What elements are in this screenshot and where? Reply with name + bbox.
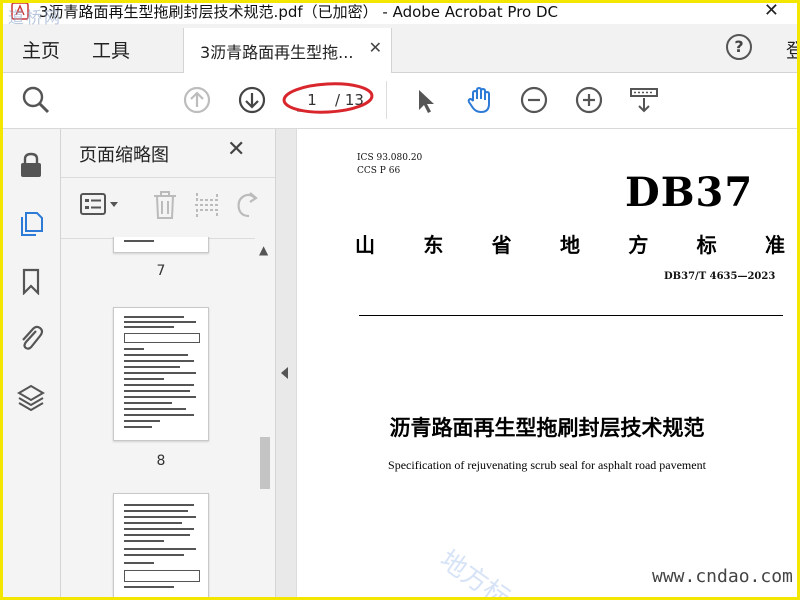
page-thumbnails-panel: 页面缩略图 ✕ 7 8 ▲: [61, 129, 276, 597]
panel-close-button[interactable]: ✕: [227, 137, 245, 162]
attachment-icon[interactable]: [17, 323, 45, 351]
panel-collapse-handle[interactable]: [276, 129, 296, 597]
bookmark-icon[interactable]: [17, 267, 45, 295]
page-number-field[interactable]: [297, 89, 327, 112]
page-number-input[interactable]: [297, 89, 327, 112]
heading-char: 省: [491, 233, 512, 257]
heading-char: 方: [628, 233, 649, 257]
thumbnail-options-icon[interactable]: [79, 190, 123, 220]
document-tab-label: 3沥青路面再生型拖...: [200, 43, 354, 62]
document-page: ICS 93.080.20 CCS P 66 DB37 山 东 省 地 方 标 …: [297, 129, 797, 597]
heading-char: 标: [696, 233, 717, 257]
thumbnail-scrollbar[interactable]: ▲: [255, 237, 275, 597]
thumbnail-page-number: 8: [156, 453, 166, 469]
tab-home[interactable]: 主页: [22, 36, 60, 63]
scrollbar-thumb[interactable]: [260, 437, 270, 489]
heading-char: 准: [764, 233, 785, 257]
thumbnail-page-8[interactable]: [113, 307, 209, 441]
left-rail: [3, 129, 61, 597]
scroll-up-icon[interactable]: ▲: [259, 243, 268, 257]
rotate-page-icon[interactable]: [233, 190, 261, 220]
search-icon[interactable]: [20, 84, 52, 116]
standard-number: DB37/T 4635—2023: [664, 271, 776, 282]
hand-tool-icon[interactable]: [464, 84, 496, 116]
url-watermark: www.cndao.com: [652, 566, 793, 587]
layers-icon[interactable]: [17, 383, 45, 411]
heading-char: 山: [355, 233, 375, 257]
province-standard-heading: 山 东 省 地 方 标 准: [355, 229, 785, 258]
zoom-out-icon[interactable]: [518, 84, 550, 116]
collapse-arrow-icon[interactable]: [281, 367, 288, 379]
help-icon[interactable]: ?: [726, 34, 752, 60]
heading-char: 东: [423, 233, 444, 257]
title-bar: 3沥青路面再生型拖刷封层技术规范.pdf（已加密） - Adobe Acroba…: [3, 0, 797, 24]
thumbnail-page-9[interactable]: [113, 493, 209, 597]
panel-toolbar: [61, 177, 275, 239]
next-page-icon[interactable]: [236, 84, 268, 116]
toolbar-divider: [386, 81, 387, 119]
scroll-mode-icon[interactable]: [628, 84, 660, 116]
site-logo-watermark: 道桥网: [8, 8, 63, 27]
window-close-button[interactable]: ✕: [764, 0, 779, 21]
thumbnail-page-number: 7: [156, 263, 166, 279]
thumbnail-list: 7 8: [61, 237, 255, 597]
delete-page-icon[interactable]: [151, 190, 179, 220]
thumbnail-page-7[interactable]: [113, 237, 209, 253]
document-tab-close-button[interactable]: ✕: [369, 38, 382, 57]
document-viewport[interactable]: ICS 93.080.20 CCS P 66 DB37 山 东 省 地 方 标 …: [296, 129, 797, 597]
standard-code: DB37: [625, 169, 754, 216]
document-title-chinese: 沥青路面再生型拖刷封层技术规范: [389, 416, 705, 440]
page-total-label: / 13: [335, 91, 364, 109]
prev-page-icon[interactable]: [181, 84, 213, 116]
select-pointer-icon[interactable]: [409, 84, 441, 116]
classification-codes: ICS 93.080.20 CCS P 66: [357, 152, 422, 178]
sign-in-link[interactable]: 登: [786, 36, 800, 63]
toolbar: / 13: [3, 73, 797, 129]
tab-document[interactable]: 3沥青路面再生型拖... ✕: [183, 28, 392, 73]
zoom-in-icon[interactable]: [573, 84, 605, 116]
ccs-code: CCS P 66: [357, 166, 401, 176]
ics-code: ICS 93.080.20: [357, 153, 423, 163]
tab-tools[interactable]: 工具: [92, 36, 130, 63]
page-thumbnails-icon[interactable]: [17, 209, 45, 237]
extract-page-icon[interactable]: [193, 190, 221, 220]
tab-bar: 主页 工具 3沥青路面再生型拖... ✕ ? 登: [3, 24, 800, 73]
window-title: 3沥青路面再生型拖刷封层技术规范.pdf（已加密） - Adobe Acroba…: [39, 3, 559, 21]
panel-title: 页面缩略图: [79, 145, 169, 166]
document-divider: [359, 315, 783, 316]
heading-char: 地: [559, 233, 580, 257]
lock-icon[interactable]: [17, 151, 45, 179]
document-title-english: Specification of rejuvenating scrub seal…: [388, 458, 706, 472]
faint-watermark: 地方标: [434, 544, 516, 597]
